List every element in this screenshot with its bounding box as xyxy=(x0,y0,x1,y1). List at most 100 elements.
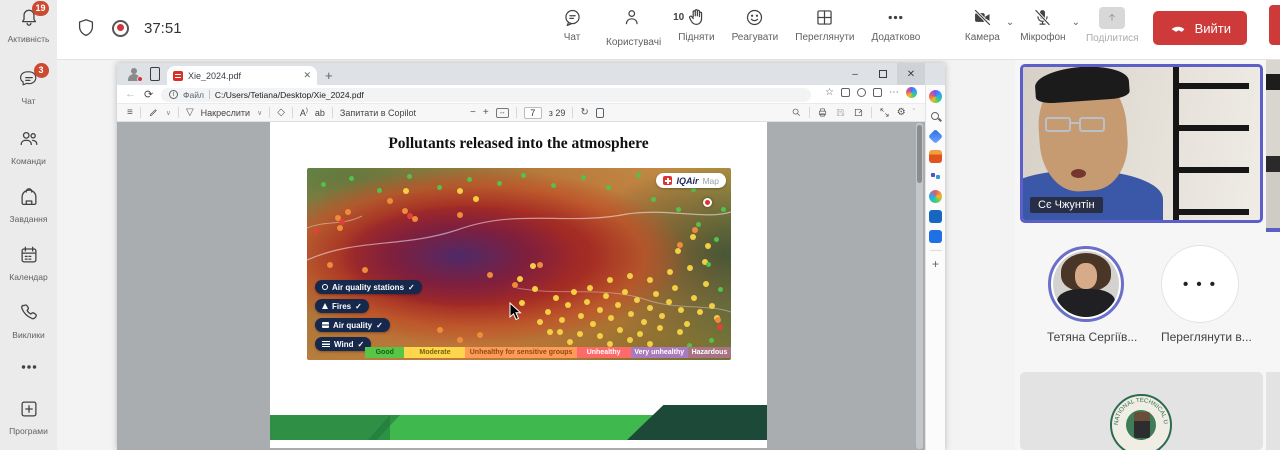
sidebar-item-calendar[interactable]: Календар xyxy=(0,244,57,282)
speaker-video-tile[interactable]: Сє Чжунтін xyxy=(1020,64,1263,223)
sidebar-item-apps[interactable]: Програми xyxy=(0,398,57,436)
pdf-toolbar-right: ⚙ ˆ xyxy=(791,107,915,118)
fullscreen-icon[interactable] xyxy=(879,107,890,118)
new-tab-button[interactable]: + xyxy=(325,68,333,83)
screen-share-stage: Xie_2024.pdf ✕ + – ✕ ← ⟳ i Файл C:/U xyxy=(57,60,1015,450)
browser-device-icon[interactable] xyxy=(150,67,160,81)
sidebar-item-chat[interactable]: 3 Чат xyxy=(0,68,57,106)
pdf-settings-gear-icon[interactable]: ⚙ xyxy=(897,107,906,118)
microsoft-365-icon[interactable] xyxy=(929,210,942,223)
more-participants-icon[interactable]: • • • xyxy=(1162,246,1238,322)
add-sidebar-app-button[interactable]: + xyxy=(929,258,942,271)
raised-hand-icon xyxy=(686,7,707,28)
designer-icon[interactable] xyxy=(928,129,943,144)
back-icon[interactable]: ← xyxy=(125,88,136,100)
search-icon[interactable] xyxy=(791,107,802,118)
recording-group: 37:51 xyxy=(75,17,182,39)
minimize-button[interactable]: – xyxy=(841,63,869,85)
pdf-scrollbar[interactable] xyxy=(916,123,923,449)
react-button[interactable]: Реагувати xyxy=(732,7,779,48)
bell-icon: 19 xyxy=(17,6,41,30)
draw-nib-icon[interactable]: ▽ xyxy=(186,107,194,118)
check-icon: ✓ xyxy=(376,321,383,330)
participants-count: 10 xyxy=(673,12,684,23)
split-screen-icon[interactable] xyxy=(841,88,850,97)
camera-toggle-button[interactable]: Камера xyxy=(965,7,1000,43)
pdf-toolbar: ≡ ∨ ▽ Накреслити ∨ ◇ A) ab Запитати в Co… xyxy=(117,104,925,122)
browser-profile-icon[interactable] xyxy=(127,67,141,81)
draw-label[interactable]: Накреслити xyxy=(201,108,250,118)
sidebar-item-assignments[interactable]: Завдання xyxy=(0,186,57,224)
browser-addressbar: ← ⟳ i Файл C:/Users/Tetiana/Desktop/Xie_… xyxy=(117,85,925,104)
sidebar-item-more[interactable] xyxy=(0,356,57,383)
sidebar-item-calls[interactable]: Виклики xyxy=(0,302,57,340)
smiley-icon xyxy=(744,7,765,28)
shopping-icon[interactable] xyxy=(929,230,942,243)
toggle-air-quality-stations[interactable]: Air quality stations ✓ xyxy=(315,280,422,294)
favorites-star-icon[interactable]: ☆ xyxy=(825,87,834,98)
translate-icon[interactable]: ab xyxy=(315,108,325,118)
meeting-toolbar: 37:51 Чат 10 Користувачі Підняти Реагува… xyxy=(57,0,1280,60)
mic-toggle-button[interactable]: Мікрофон xyxy=(1020,7,1065,43)
zoom-out-icon[interactable]: − xyxy=(470,107,476,118)
scrollbar-thumb[interactable] xyxy=(917,125,922,183)
collections-icon[interactable] xyxy=(857,88,866,97)
print-icon[interactable] xyxy=(817,107,828,118)
leave-button[interactable]: Вийти xyxy=(1153,11,1247,45)
chat-icon: 3 xyxy=(17,68,41,92)
grid-view-icon xyxy=(814,7,835,28)
sidebar-item-teams[interactable]: Команди xyxy=(0,128,57,166)
pdf-favicon xyxy=(173,71,183,81)
highlighter-icon[interactable] xyxy=(148,107,159,118)
copilot-icon[interactable] xyxy=(929,90,942,103)
toolbar-collapse-icon[interactable]: ˆ xyxy=(913,109,915,116)
chat-button[interactable]: Чат xyxy=(555,7,589,48)
ask-copilot-button[interactable]: Запитати в Copilot xyxy=(340,108,416,118)
highlighter-chevron-icon[interactable]: ∨ xyxy=(166,109,171,117)
view-more-participants[interactable]: • • • Переглянути в... xyxy=(1161,246,1239,344)
zoom-in-icon[interactable]: + xyxy=(483,107,489,118)
more-actions-button[interactable]: Додатково xyxy=(872,7,921,48)
iqair-pollution-map[interactable]: IQAir Map Air quality stations ✓ Fires ✓ xyxy=(307,168,731,360)
games-icon[interactable] xyxy=(929,190,942,203)
copilot-icon[interactable] xyxy=(906,87,917,98)
selected-station-marker[interactable] xyxy=(703,198,712,207)
view-button[interactable]: Переглянути xyxy=(795,7,854,48)
fit-width-icon[interactable]: ↔ xyxy=(496,108,509,118)
bottom-video-tile[interactable]: NATIONAL TECHNICAL UNIVERSITY xyxy=(1020,372,1263,450)
toolbox-icon[interactable] xyxy=(929,150,942,163)
apps-plus-icon xyxy=(17,398,41,422)
browser-tab[interactable]: Xie_2024.pdf ✕ xyxy=(167,66,317,85)
refresh-icon[interactable]: ⟳ xyxy=(144,88,153,101)
save-icon[interactable] xyxy=(835,107,846,118)
page-view-icon[interactable] xyxy=(596,108,604,118)
participants-button[interactable]: 10 Користувачі xyxy=(606,7,661,48)
people-icon[interactable] xyxy=(929,170,942,183)
toggle-fires[interactable]: Fires ✓ xyxy=(315,299,369,313)
sidebar-item-activity[interactable]: 19 Активність xyxy=(0,6,57,44)
save-as-icon[interactable] xyxy=(853,107,864,118)
toc-icon[interactable]: ≡ xyxy=(127,107,133,118)
browser-essentials-icon[interactable] xyxy=(873,88,882,97)
page-info-icon[interactable]: i xyxy=(169,90,178,99)
settings-ellipsis-icon[interactable]: ⋯ xyxy=(889,87,899,98)
avatar-speaking-ring xyxy=(1048,246,1124,322)
page-number-input[interactable]: 7 xyxy=(524,107,542,119)
share-button[interactable]: Поділитися xyxy=(1086,7,1139,44)
draw-chevron-icon[interactable]: ∨ xyxy=(257,109,262,117)
restore-button[interactable] xyxy=(869,63,897,85)
camera-options-chevron-icon[interactable]: ⌄ xyxy=(1006,17,1014,28)
mic-options-chevron-icon[interactable]: ⌄ xyxy=(1072,17,1080,28)
eraser-icon[interactable]: ◇ xyxy=(277,107,285,118)
tab-close-icon[interactable]: ✕ xyxy=(303,70,311,81)
toggle-air-quality[interactable]: Air quality ✓ xyxy=(315,318,390,332)
rotate-icon[interactable]: ↻ xyxy=(580,107,588,118)
url-field[interactable]: i Файл C:/Users/Tetiana/Desktop/Xie_2024… xyxy=(161,88,811,102)
shared-browser-window: Xie_2024.pdf ✕ + – ✕ ← ⟳ i Файл C:/U xyxy=(117,63,945,450)
aqi-hazardous: Hazardous xyxy=(688,347,731,358)
participant-avatar-item[interactable]: Тетяна Сергіїв... xyxy=(1047,246,1125,344)
close-button[interactable]: ✕ xyxy=(897,63,925,85)
read-aloud-icon[interactable]: A) xyxy=(300,108,308,118)
search-icon[interactable] xyxy=(929,110,942,123)
activity-badge: 19 xyxy=(32,1,48,16)
